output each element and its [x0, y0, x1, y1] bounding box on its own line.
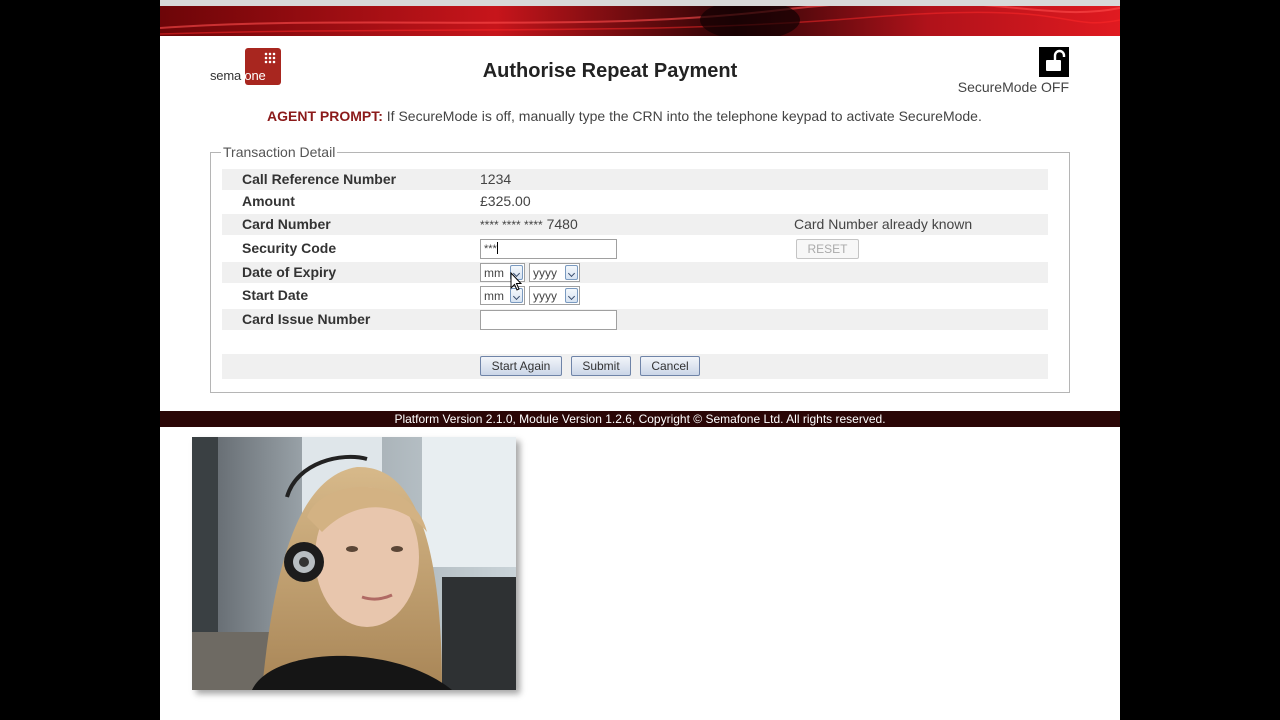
- payment-page: semafone Authorise Repeat Payment Secure…: [160, 0, 1120, 720]
- amount-value: £325.00: [480, 193, 531, 209]
- agent-prompt-text: If SecureMode is off, manually type the …: [382, 108, 982, 124]
- expiry-label: Date of Expiry: [242, 264, 337, 280]
- issue-number-label: Card Issue Number: [242, 311, 371, 327]
- unlocked-padlock-icon[interactable]: [1039, 47, 1069, 77]
- expiry-row: Date of Expiry mm yyyy: [222, 262, 1048, 283]
- page-title: Authorise Repeat Payment: [482, 60, 738, 82]
- submit-button[interactable]: Submit: [571, 356, 631, 376]
- issue-number-input[interactable]: [480, 310, 617, 330]
- footer: Platform Version 2.1.0, Module Version 1…: [160, 411, 1120, 427]
- header-banner: [160, 0, 1120, 36]
- reset-button[interactable]: RESET: [796, 239, 859, 259]
- security-code-label: Security Code: [242, 240, 337, 256]
- transaction-detail-legend: Transaction Detail: [221, 144, 338, 160]
- banner-graphic: [160, 6, 1120, 36]
- security-code-input[interactable]: ***: [480, 239, 617, 259]
- agent-prompt-label: AGENT PROMPT:: [267, 108, 383, 124]
- card-number-value: **** **** **** 7480: [480, 216, 578, 232]
- card-number-note: Card Number already known: [794, 216, 973, 232]
- secure-mode-status: SecureMode OFF: [957, 79, 1069, 95]
- security-code-row: Security Code *** RESET: [222, 238, 1048, 259]
- button-row: Start Again Submit Cancel: [222, 354, 1048, 379]
- crn-label: Call Reference Number: [242, 171, 397, 187]
- mouse-pointer-icon: [510, 272, 522, 291]
- start-again-button[interactable]: Start Again: [480, 356, 562, 376]
- logo-wordmark: semafone: [210, 68, 266, 83]
- cancel-button[interactable]: Cancel: [640, 356, 700, 376]
- spacer-row: [222, 332, 1048, 353]
- issue-number-row: Card Issue Number: [222, 309, 1048, 330]
- agent-photo: [192, 437, 516, 690]
- amount-row: Amount £325.00: [222, 191, 1048, 212]
- card-number-row: Card Number **** **** **** 7480 Card Num…: [222, 214, 1048, 235]
- card-number-label: Card Number: [242, 216, 331, 232]
- start-year-select[interactable]: yyyy: [529, 286, 580, 305]
- start-date-label: Start Date: [242, 287, 309, 303]
- start-date-row: Start Date mm yyyy: [222, 285, 1048, 306]
- expiry-year-select[interactable]: yyyy: [529, 263, 580, 282]
- chevron-down-icon[interactable]: [565, 288, 578, 303]
- amount-label: Amount: [242, 193, 295, 209]
- crn-value: 1234: [480, 171, 512, 187]
- chevron-down-icon[interactable]: [565, 265, 578, 280]
- crn-row: Call Reference Number 1234: [222, 169, 1048, 190]
- agent-prompt: AGENT PROMPT: If SecureMode is off, manu…: [267, 108, 982, 124]
- semafone-logo: semafone: [210, 48, 282, 86]
